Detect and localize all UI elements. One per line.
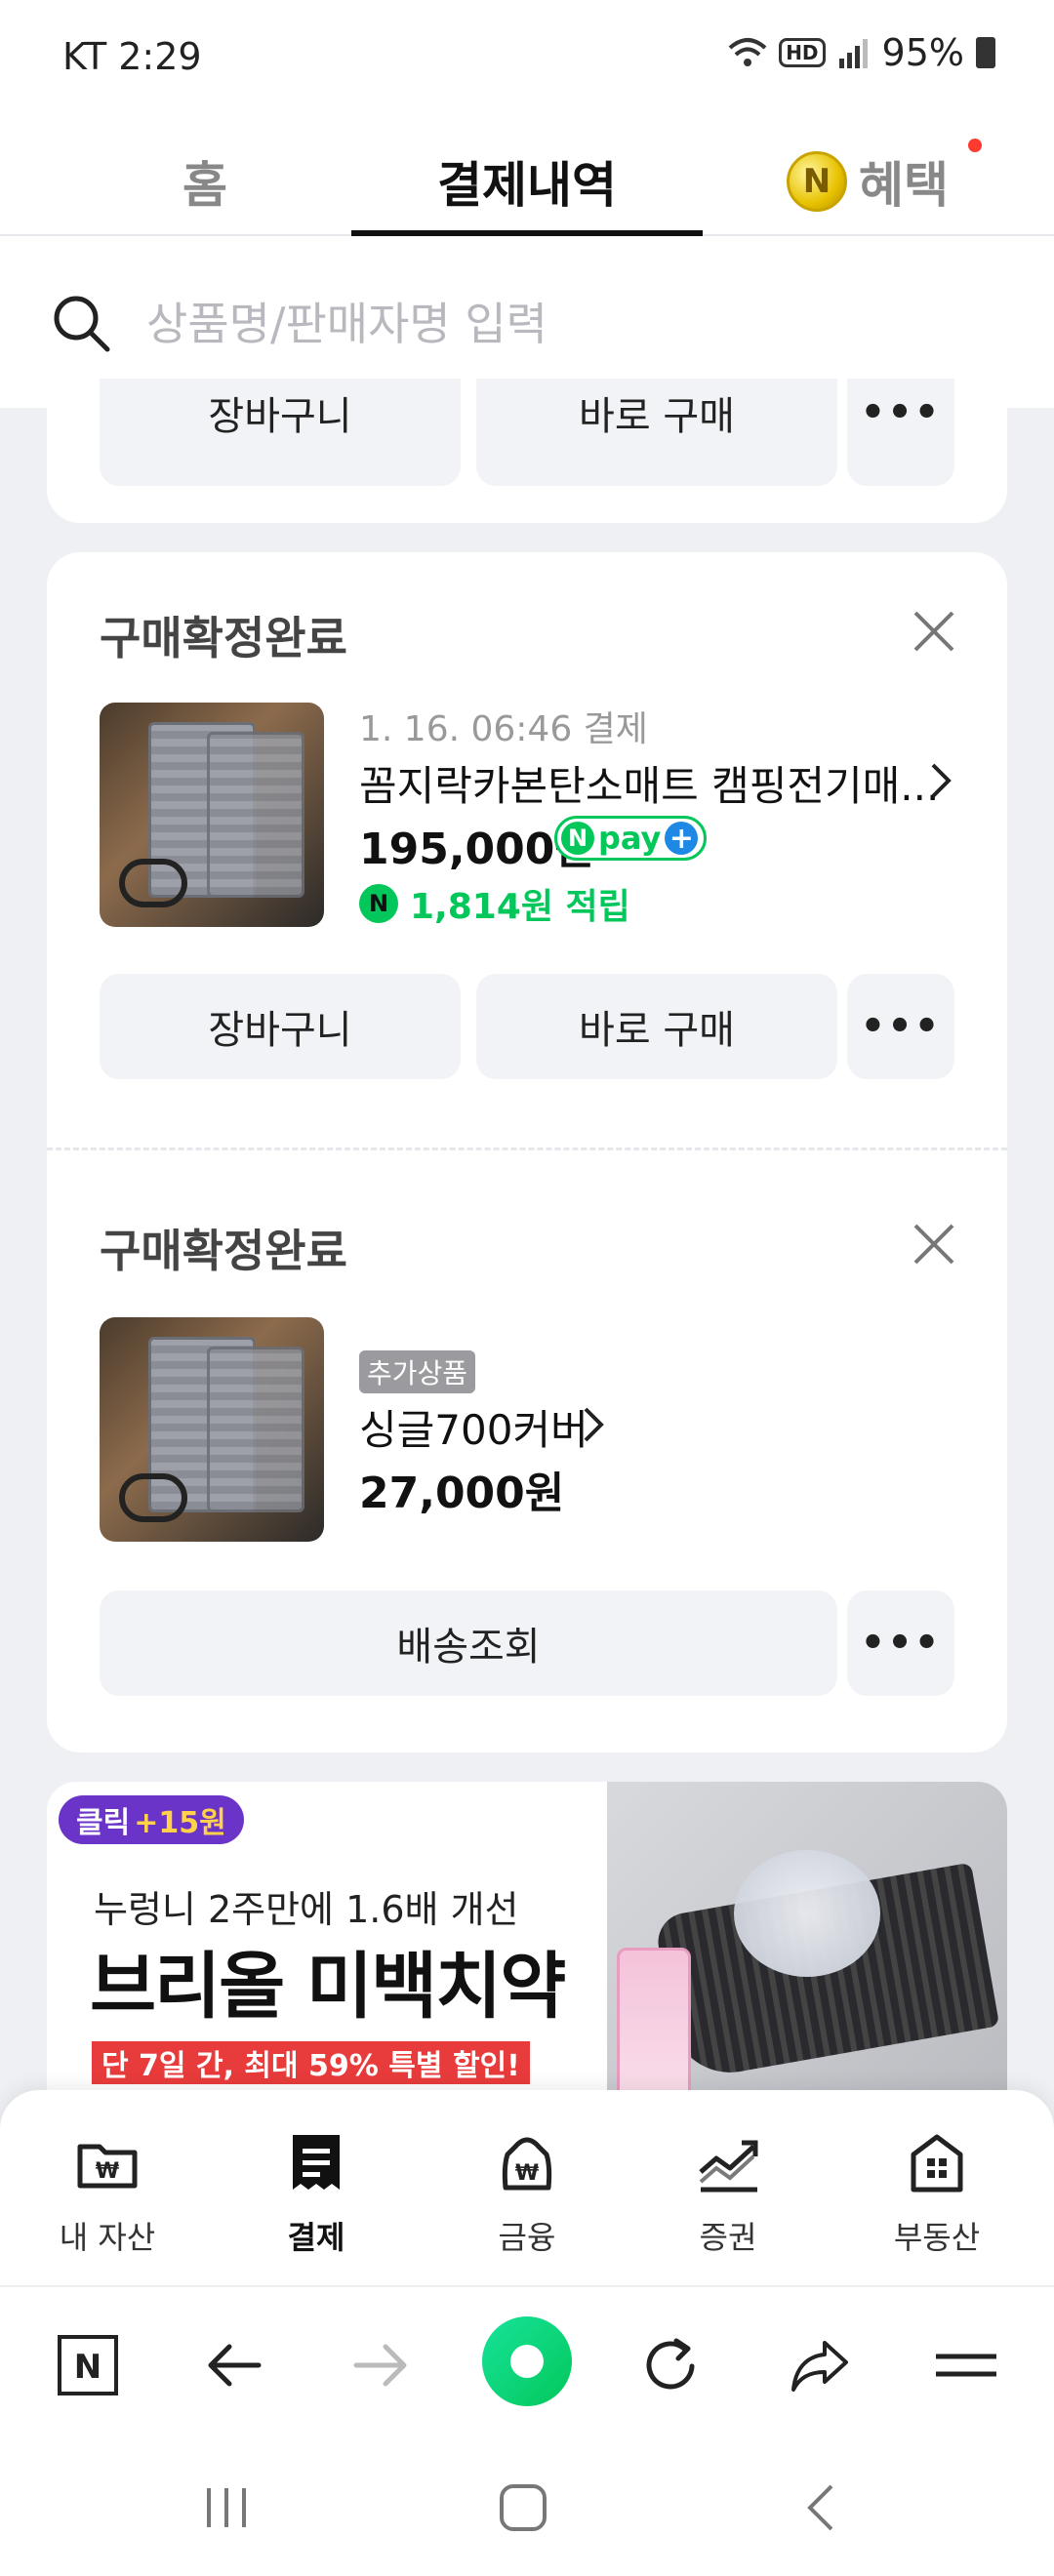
previous-order-card: 장바구니 바로 구매 ••• (47, 379, 1007, 523)
status-icons: HD 95% (728, 31, 995, 74)
recent-apps-icon[interactable] (199, 2480, 254, 2535)
tab-benefits[interactable]: N 혜택 (787, 139, 982, 217)
order-status: 구매확정완료 (100, 612, 347, 664)
status-time: KT 2:29 (62, 35, 202, 78)
npay-label: pay (598, 820, 662, 857)
click-label: 클릭 (76, 1806, 131, 1840)
nav-finance[interactable]: ₩ 금융 (439, 2129, 615, 2258)
share-icon[interactable] (781, 2326, 859, 2404)
search-input[interactable] (146, 285, 1005, 363)
back-button-icon[interactable] (796, 2480, 845, 2535)
product-name[interactable]: 싱글700커버 (359, 1397, 588, 1457)
cart-button[interactable]: 장바구니 (100, 974, 461, 1079)
stock-chart-icon (699, 2140, 758, 2193)
product-thumbnail[interactable] (100, 703, 324, 927)
reward-text: 1,814원 적립 (410, 887, 630, 927)
naver-point-icon: N (359, 884, 398, 923)
buy-now-button[interactable]: 바로 구매 (476, 974, 837, 1079)
svg-text:N: N (74, 2348, 101, 2387)
notification-dot (968, 139, 982, 152)
status-bar: KT 2:29 HD 95% (0, 0, 1054, 107)
ad-banner[interactable]: 클릭 +15원 누렁니 2주만에 1.6배 개선 브리올 미백치약 단 7일 간,… (47, 1782, 1007, 2123)
signal-icon (838, 39, 868, 68)
battery-percent: 95% (881, 31, 964, 74)
more-button[interactable]: ••• (847, 1590, 954, 1696)
order-card: 구매확정완료 1. 16. 06:46 결제 꼼지락카본탄소매트 캠핑전기매..… (47, 552, 1007, 1752)
more-button[interactable]: ••• (847, 379, 954, 486)
green-dot-icon[interactable] (482, 2316, 572, 2406)
nav-label: 내 자산 (59, 2219, 156, 2256)
receipt-icon (293, 2135, 340, 2190)
nav-label: 금융 (498, 2219, 556, 2256)
close-icon[interactable] (910, 607, 958, 656)
money-bag-icon: ₩ (502, 2137, 552, 2191)
ad-title: 브리올 미백치약 (90, 1945, 566, 2029)
more-button[interactable]: ••• (847, 974, 954, 1079)
reward-points: N 1,814원 적립 (359, 878, 630, 929)
tab-payments[interactable]: 결제내역 (351, 146, 703, 217)
home-button-icon[interactable] (494, 2480, 552, 2535)
naver-coin-icon: N (787, 151, 847, 212)
toothpaste-blob (734, 1850, 880, 1977)
click-reward-amount: +15원 (134, 1806, 226, 1840)
top-tab-bar: 홈 결제내역 N 혜택 (0, 107, 1054, 236)
cart-button-label: 장바구니 (208, 394, 352, 439)
back-arrow-icon[interactable] (195, 2326, 273, 2404)
browser-toolbar: N (0, 2285, 1054, 2441)
system-nav-bar (0, 2441, 1054, 2576)
more-dots: ••• (860, 1621, 942, 1666)
naver-home-icon[interactable]: N (49, 2326, 127, 2404)
buy-now-button[interactable]: 바로 구매 (476, 379, 837, 486)
product-price: 27,000원 (359, 1469, 565, 1518)
npay-plus-badge: N pay + (554, 816, 708, 861)
nav-label: 부동산 (893, 2219, 981, 2256)
nav-stocks[interactable]: 증권 (640, 2129, 816, 2258)
add-on-tag: 추가상품 (359, 1350, 476, 1393)
nav-label: 증권 (699, 2219, 757, 2256)
npay-n-icon: N (561, 822, 594, 855)
chevron-right-icon[interactable] (582, 1405, 605, 1444)
buy-now-label: 바로 구매 (579, 394, 735, 439)
building-icon (911, 2134, 963, 2193)
svg-text:₩: ₩ (96, 2159, 119, 2184)
forward-arrow-icon[interactable] (342, 2326, 420, 2404)
product-thumbnail[interactable] (100, 1317, 324, 1542)
nav-real-estate[interactable]: 부동산 (849, 2129, 1025, 2258)
order-status: 구매확정완료 (100, 1225, 347, 1277)
battery-icon (976, 37, 995, 68)
product-name[interactable]: 꼼지락카본탄소매트 캠핑전기매... (359, 753, 939, 813)
plus-icon: + (665, 822, 699, 856)
wifi-icon (728, 38, 767, 66)
cart-button-label: 장바구니 (208, 1008, 352, 1053)
nav-label: 결제 (287, 2219, 345, 2256)
order-date: 1. 16. 06:46 결제 (359, 709, 648, 749)
menu-icon[interactable] (927, 2326, 1005, 2404)
buy-now-label: 바로 구매 (579, 1008, 735, 1053)
more-dots: ••• (860, 1004, 942, 1049)
nav-payments[interactable]: 결제 (228, 2129, 404, 2258)
click-reward-badge: 클릭 +15원 (59, 1795, 244, 1844)
more-dots: ••• (860, 390, 942, 435)
ad-discount: 단 7일 간, 최대 59% 특별 할인! (92, 2041, 530, 2084)
ad-subtitle: 누렁니 2주만에 1.6배 개선 (94, 1888, 519, 1931)
tab-home[interactable]: 홈 (146, 146, 264, 217)
refresh-icon[interactable] (632, 2326, 710, 2404)
tab-benefits-label: 혜택 (859, 157, 949, 214)
cart-button[interactable]: 장바구니 (100, 379, 461, 486)
service-nav: ₩ 내 자산 결제 ₩ 금융 증권 부동산 (0, 2090, 1054, 2285)
chevron-right-icon[interactable] (929, 761, 953, 800)
track-delivery-button[interactable]: 배송조회 (100, 1590, 837, 1696)
close-icon[interactable] (910, 1220, 958, 1268)
ad-product-image (607, 1782, 1007, 2123)
wallet-folder-icon: ₩ (77, 2144, 138, 2189)
hd-badge: HD (779, 38, 826, 67)
search-icon[interactable] (49, 291, 113, 355)
track-delivery-label: 배송조회 (396, 1625, 541, 1670)
svg-text:₩: ₩ (515, 2161, 539, 2186)
order-divider (47, 1147, 1007, 1150)
nav-my-assets[interactable]: ₩ 내 자산 (20, 2129, 195, 2258)
